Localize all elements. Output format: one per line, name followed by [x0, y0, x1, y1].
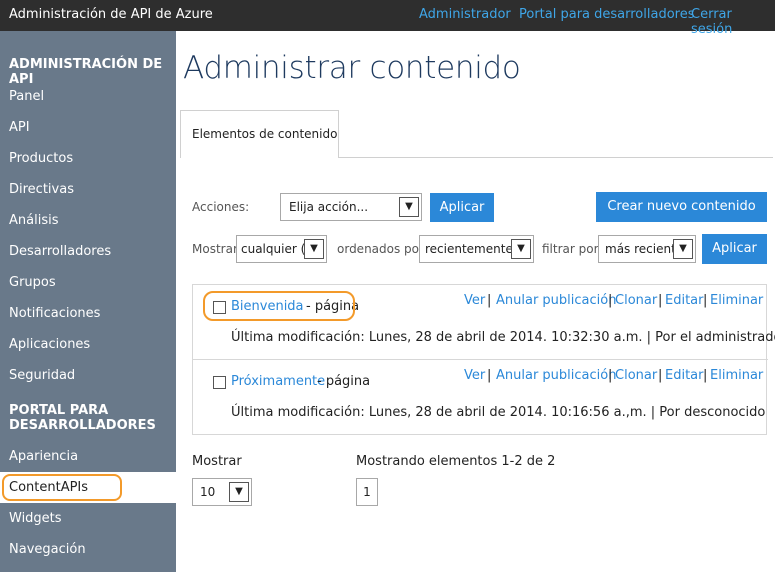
- item-title-link[interactable]: Próximamente: [231, 374, 325, 389]
- list-divider: [193, 359, 768, 360]
- separator: |: [658, 368, 663, 383]
- view-link[interactable]: Ver: [464, 293, 485, 308]
- app-title: Administración de API de Azure: [9, 7, 213, 22]
- create-content-button[interactable]: Crear nuevo contenido: [596, 192, 767, 222]
- actions-select-value: Elija acción...: [289, 200, 369, 214]
- sidebar-item-analytics[interactable]: Análisis: [0, 205, 176, 236]
- sidebar-section-developer-portal-1: PORTAL PARA: [9, 403, 109, 418]
- actions-label: Acciones:: [192, 200, 250, 214]
- show-label: Mostrar: [192, 242, 238, 256]
- page-title: Administrar contenido: [183, 50, 521, 86]
- sidebar-item-navigation[interactable]: Navegación: [0, 534, 176, 565]
- chevron-down-icon: ▼: [511, 239, 531, 259]
- sidebar-section-developer-portal-2: DESARROLLADORES: [9, 418, 156, 433]
- sidebar-item-security[interactable]: Seguridad: [0, 360, 176, 391]
- item-type: - página: [317, 374, 371, 389]
- sidebar-item-groups[interactable]: Grupos: [0, 267, 176, 298]
- apply-actions-button[interactable]: Aplicar: [430, 193, 494, 222]
- highlight-ring-bienvenida: [203, 291, 355, 321]
- chevron-down-icon: ▼: [399, 197, 419, 217]
- separator: |: [703, 368, 708, 383]
- clone-link[interactable]: Clonar: [615, 368, 657, 383]
- separator: |: [658, 293, 663, 308]
- page-number-button[interactable]: 1: [356, 478, 378, 506]
- sidebar-item-policies[interactable]: Directivas: [0, 174, 176, 205]
- chevron-down-icon: ▼: [229, 482, 249, 502]
- sidebar-item-notifications[interactable]: Notificaciones: [0, 298, 176, 329]
- top-bar: Administración de API de Azure Administr…: [0, 0, 775, 37]
- show-select[interactable]: cualquier (... ▼: [236, 235, 327, 263]
- apply-filter-button[interactable]: Aplicar: [702, 234, 767, 264]
- sidebar-item-api[interactable]: API: [0, 112, 176, 143]
- page-size-value: 10: [200, 485, 216, 499]
- delete-link[interactable]: Eliminar: [710, 293, 763, 308]
- sidebar-item-widgets[interactable]: Widgets: [0, 503, 176, 534]
- sidebar: ADMINISTRACIÓN DE API Panel API Producto…: [0, 31, 176, 572]
- actions-select[interactable]: Elija acción... ▼: [280, 193, 422, 221]
- edit-link[interactable]: Editar: [665, 293, 704, 308]
- filter-by-select-value: más reciente: [605, 242, 684, 256]
- sidebar-item-panel[interactable]: Panel: [0, 81, 176, 112]
- highlight-ring-contentapis: [2, 474, 122, 501]
- delete-link[interactable]: Eliminar: [710, 368, 763, 383]
- ordered-by-select[interactable]: recientemente... ▼: [419, 235, 534, 263]
- sidebar-item-products[interactable]: Productos: [0, 143, 176, 174]
- item-meta: Última modificación: Lunes, 28 de abril …: [231, 405, 766, 420]
- unpublish-link[interactable]: Anular publicación: [496, 368, 616, 383]
- separator: |: [703, 293, 708, 308]
- separator: |: [608, 293, 613, 308]
- chevron-down-icon: ▼: [304, 239, 324, 259]
- ordered-by-label: ordenados por: [337, 242, 424, 256]
- developer-portal-link[interactable]: Portal para desarrolladores: [519, 7, 695, 22]
- tab-content-items[interactable]: Elementos de contenido: [180, 110, 339, 158]
- filter-by-select[interactable]: más reciente ▼: [598, 235, 696, 263]
- view-link[interactable]: Ver: [464, 368, 485, 383]
- chevron-down-icon: ▼: [673, 239, 693, 259]
- ordered-by-select-value: recientemente...: [425, 242, 525, 256]
- unpublish-link[interactable]: Anular publicación: [496, 293, 616, 308]
- page-size-select[interactable]: 10 ▼: [192, 478, 252, 506]
- page-size-label: Mostrar: [192, 454, 242, 469]
- edit-link[interactable]: Editar: [665, 368, 704, 383]
- item-checkbox[interactable]: [213, 376, 226, 389]
- admin-link[interactable]: Administrador: [419, 7, 511, 22]
- sign-out-link[interactable]: Cerrar sesión: [691, 7, 775, 37]
- item-meta: Última modificación: Lunes, 28 de abril …: [231, 330, 775, 345]
- separator: |: [487, 368, 492, 383]
- separator: |: [487, 293, 492, 308]
- filter-by-label: filtrar por: [542, 242, 599, 256]
- sidebar-item-developers[interactable]: Desarrolladores: [0, 236, 176, 267]
- separator: |: [608, 368, 613, 383]
- showing-items-text: Mostrando elementos 1-2 de 2: [356, 454, 556, 469]
- sidebar-item-applications[interactable]: Aplicaciones: [0, 329, 176, 360]
- sidebar-item-appearance[interactable]: Apariencia: [0, 441, 176, 472]
- content-list: Bienvenida - página Última modificación:…: [192, 284, 775, 435]
- clone-link[interactable]: Clonar: [615, 293, 657, 308]
